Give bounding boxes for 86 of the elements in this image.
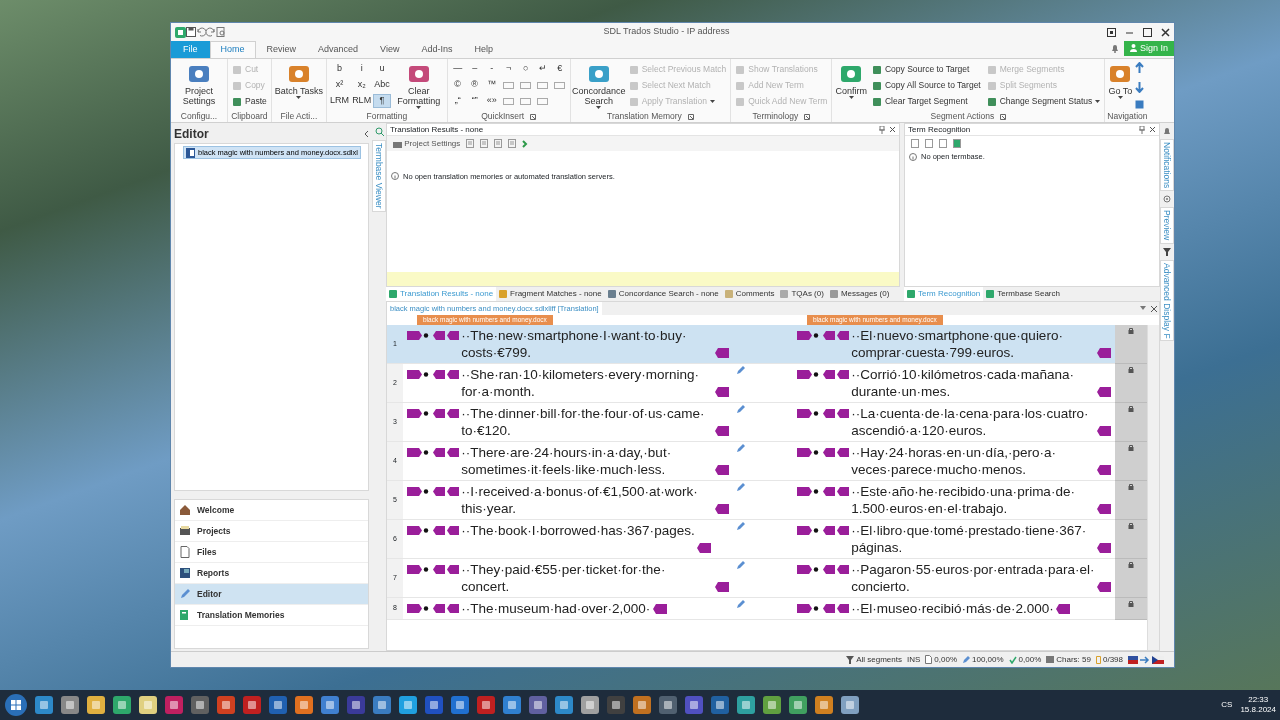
ribbon-tab[interactable]: Home	[209, 41, 256, 58]
format-button[interactable]: RLM	[351, 94, 373, 108]
segment-text: ··Corrió·10·kilómetros·cada·mañana·durante·un·mes.	[851, 366, 1076, 400]
format-button[interactable]: –	[466, 62, 483, 76]
panel-tab[interactable]: Termbase Search	[983, 287, 1063, 301]
language-indicator[interactable]: CS	[1221, 699, 1233, 711]
format-button[interactable]: b	[329, 62, 351, 76]
ribbon-tab[interactable]: Add-Ins	[410, 41, 464, 58]
panel-title: Term Recognition	[908, 123, 971, 136]
ribbon-button[interactable]: Batch Tasks	[273, 61, 325, 111]
segment-text: ··Este·año·he·recibido·una·prima·de·1.500·euros·en·el·trabajo.	[851, 483, 1076, 517]
ribbon-tab[interactable]: View	[369, 41, 411, 58]
panel-title: Editor	[174, 126, 209, 143]
ribbon-button[interactable]: Concordance Search	[572, 61, 625, 111]
project-settings-button[interactable]: Project Settings	[393, 137, 461, 150]
window-title: SDL Trados Studio - IP address	[602, 25, 731, 39]
ribbon-button[interactable]: Paste	[230, 94, 269, 109]
ribbon-button[interactable]: Confirm	[834, 61, 868, 111]
ribbon-button[interactable]: Project Settings	[173, 61, 225, 111]
format-button[interactable]: «»	[483, 94, 500, 108]
view-item[interactable]: Editor	[175, 584, 368, 605]
format-button[interactable]: “”	[466, 94, 483, 108]
format-button[interactable]: ©	[449, 78, 466, 92]
group-label: QuickInsert	[481, 110, 525, 123]
ribbon-button[interactable]: Copy Source to Target	[869, 62, 983, 77]
segment-text: ··She·ran·10·kilometers·every·morning·for·a·month.	[461, 366, 701, 400]
clock-date: 15.8.2024	[1240, 705, 1276, 715]
segment-text: ··They·paid·€55·per·ticket·for·the·concert.	[461, 561, 667, 595]
format-button[interactable]: ¶	[373, 94, 391, 108]
format-button[interactable]: x²	[329, 78, 351, 92]
format-button[interactable]: u	[373, 62, 391, 76]
ribbon-tab[interactable]: Advanced	[307, 41, 370, 58]
format-button[interactable]: i	[351, 62, 373, 76]
group-label: Navigation	[1107, 110, 1148, 123]
format-button[interactable]: x₂	[351, 78, 373, 92]
format-button[interactable]: —	[449, 62, 466, 76]
segment-text: ··The·new·smartphone·I·want·to·buy·costs·€799.	[461, 327, 688, 361]
percentage-label: 0,00%	[934, 653, 957, 666]
segment-text: ··The·museum·had·over·2,000·	[461, 600, 651, 617]
group-label: Clipboard	[231, 110, 268, 123]
segment-text: ··El·museo·recibió·más·de·2.000·	[851, 600, 1054, 617]
segment-count: 0/398	[1102, 653, 1123, 666]
panel-tab[interactable]: Messages (0)	[826, 287, 893, 301]
segment-text: ··El·nuevo·smartphone·que·quiero·comprar·cuesta·799·euros.	[851, 327, 1064, 361]
format-button[interactable]: ○	[517, 62, 534, 76]
format-button[interactable]: ®	[466, 78, 483, 92]
panel-tab[interactable]: Concordance Search - none	[604, 287, 722, 301]
chars-label: Chars: 59	[1056, 653, 1091, 666]
group-label: Terminology	[752, 110, 799, 123]
segment-text: ··There·are·24·hours·in·a·day,·but·sometimes·it·feels·like·much·less.	[461, 444, 673, 478]
segment-text: ··The·book·I·borrowed·has·367·pages.	[461, 522, 695, 539]
ribbon-button[interactable]: Clear Target Segment	[869, 94, 983, 109]
percentage-label: 100,00%	[972, 653, 1004, 666]
panel-tab[interactable]: TQAs (0)	[777, 287, 827, 301]
percentage-label: 0,00%	[1018, 653, 1042, 666]
mode-label: INS	[906, 653, 921, 666]
ribbon-button[interactable]: Change Segment Status	[984, 94, 1103, 109]
format-button[interactable]: ™	[483, 78, 500, 92]
ribbon-tab[interactable]: Help	[463, 41, 504, 58]
panel-tab[interactable]: Comments	[721, 287, 778, 301]
segment-text: ··El·libro·que·tomé·prestado·tiene·367·páginas.	[851, 522, 1088, 556]
panel-title: Translation Results - none	[390, 123, 484, 136]
clock-time: 22:33	[1248, 695, 1269, 705]
format-button[interactable]: ¬	[500, 62, 517, 76]
format-button[interactable]: -	[483, 62, 500, 76]
segment-text: ··Pagaron·55·euros·por·entrada·para·el·concierto.	[851, 561, 1095, 595]
format-button[interactable]: ↵	[534, 62, 551, 76]
format-button[interactable]: „“	[449, 94, 466, 108]
filter-label: All segments	[856, 653, 902, 666]
format-button[interactable]: LRM	[329, 94, 351, 108]
segment-text: ··La·cuenta·de·la·cena·para·los·cuatro·ascendió·a·120·euros.	[851, 405, 1090, 439]
panel-tab[interactable]: Fragment Matches - none	[496, 287, 605, 301]
group-label: Segment Actions	[930, 110, 995, 123]
format-button[interactable]: €	[551, 62, 568, 76]
segment-text: ··Hay·24·horas·en·un·día,·pero·a·veces·parece·mucho·menos.	[851, 444, 1058, 478]
segment-text: ··I·received·a·bonus·of·€1,500·at·work·this·year.	[461, 483, 699, 517]
ribbon-button[interactable]: Copy All Source to Target	[869, 78, 983, 93]
segment-text: ··The·dinner·bill·for·the·four·of·us·came·to·€120.	[461, 405, 706, 439]
format-button[interactable]: Abc	[373, 78, 391, 92]
ribbon-tab[interactable]: Review	[255, 41, 308, 58]
ribbon-button[interactable]: Go To	[1107, 61, 1134, 111]
group-label: Translation Memory	[607, 110, 682, 123]
ribbon-button[interactable]: Clear Formatting	[392, 61, 445, 111]
group-label: Formatting	[366, 110, 408, 123]
group-label: File Acti...	[280, 110, 318, 123]
group-label: Configu...	[180, 110, 218, 123]
